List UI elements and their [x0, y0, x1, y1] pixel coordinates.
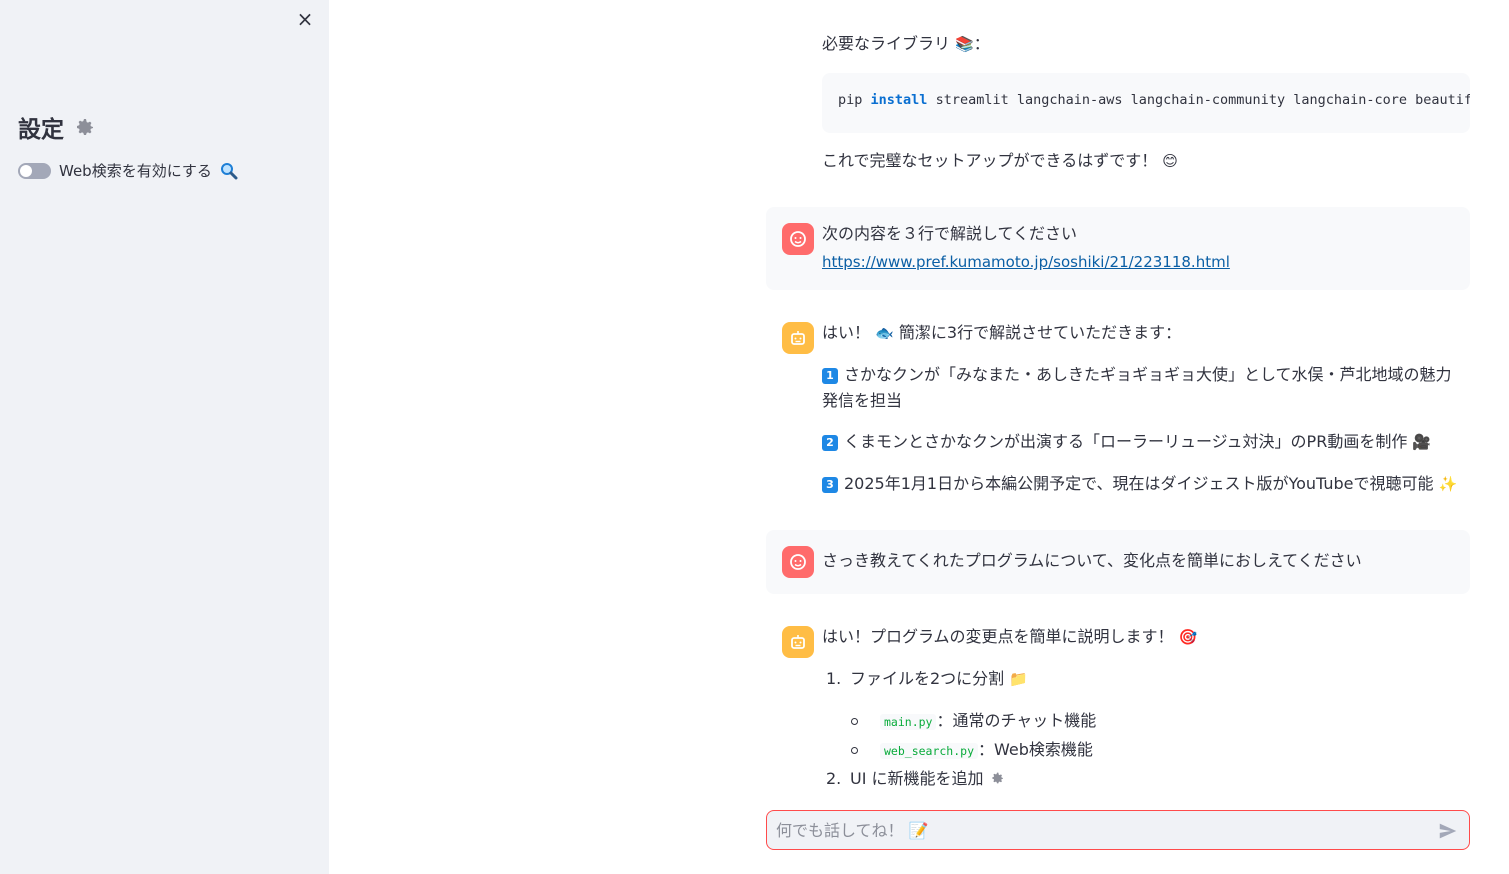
bot2-sub1: main.py ：通常のチャット機能 — [880, 709, 1096, 734]
closing-text: これで完璧なセットアップができるはずです！ — [822, 151, 1158, 170]
sub-bullet — [851, 718, 858, 725]
web-search-toggle-label: Web検索を有効にする — [59, 162, 212, 180]
closing-line: これで完璧なセットアップができるはずです！ 😊 — [822, 149, 1178, 173]
chat-input[interactable] — [776, 820, 1416, 840]
user-avatar — [782, 223, 814, 255]
sidebar: × 設定 Web検索を有効にする — [0, 0, 329, 874]
bot1-item3: 3 2025年1月1日から本編公開予定で、現在はダイジェスト版がYouTubeで視… — [822, 472, 1457, 496]
keycap-one-icon: 1 — [822, 368, 838, 384]
code-args: streamlit langchain-aws langchain-commun… — [935, 92, 1470, 108]
fish-icon: 🐟 — [875, 324, 894, 342]
bot1-intro-rest: 簡潔に3行で解説させていただきます： — [898, 323, 1182, 342]
web-search-toggle-row: Web検索を有効にする — [18, 160, 238, 181]
user-face-icon — [790, 554, 806, 570]
magnifier-icon — [220, 162, 238, 179]
main-area: 必要なライブラリ 📚： pip install streamlit langch… — [329, 0, 1509, 874]
web-search-py-code: web_search.py — [880, 743, 979, 759]
target-icon: 🎯 — [1178, 628, 1198, 646]
bot2-intro: はい！プログラムの変更点を簡単に説明します！ 🎯 — [822, 625, 1197, 649]
bot2-sub1-text: ：通常のチャット機能 — [936, 711, 1097, 730]
bot1-intro: はい！ 🐟 簡潔に3行で解説させていただきます： — [822, 321, 1181, 345]
kumamoto-link[interactable]: https://www.pref.kumamoto.jp/soshiki/21/… — [822, 253, 1230, 271]
bot1-item1-cont: 発信を担当 — [822, 391, 903, 410]
code-block[interactable]: pip install streamlit langchain-aws lang… — [822, 73, 1470, 133]
robot-icon — [791, 635, 805, 649]
gear-icon — [991, 772, 1003, 784]
close-sidebar-button[interactable]: × — [294, 8, 316, 30]
sidebar-title-text: 設定 — [18, 117, 64, 143]
gear-icon — [77, 119, 93, 135]
user-avatar — [782, 546, 814, 578]
keycap-three-icon: 3 — [822, 477, 838, 493]
bot2-step1-text: ファイルを2つに分割 — [850, 669, 1005, 688]
books-icon: 📚 — [955, 35, 974, 53]
libs-colon: ： — [973, 34, 990, 53]
chat-input-container — [766, 810, 1470, 850]
bot2-sub2-text: ：Web検索機能 — [978, 740, 1093, 759]
sidebar-title: 設定 — [18, 110, 96, 144]
robot-icon — [791, 331, 805, 345]
bot-avatar — [782, 322, 814, 354]
bot2-step2-num: 2. — [826, 769, 842, 788]
bot2-step2: UI に新機能を追加 — [850, 767, 1005, 791]
bot1-item3-text: 2025年1月1日から本編公開予定で、現在はダイジェスト版がYouTubeで視聴… — [844, 474, 1434, 493]
user-message — [766, 207, 1470, 290]
sparkles-icon: ✨ — [1438, 475, 1458, 493]
code-cmd: pip — [838, 92, 863, 108]
user-message-text: 次の内容を３行で解説してください — [822, 224, 1078, 243]
folder-icon: 📁 — [1009, 670, 1028, 688]
web-search-toggle[interactable] — [18, 162, 51, 179]
main-py-code: main.py — [880, 714, 937, 730]
bot-avatar — [782, 626, 814, 658]
bot1-intro-text: はい！ — [822, 323, 871, 342]
bot2-step2-text: UI に新機能を追加 — [850, 769, 984, 788]
user-message-text: さっき教えてくれたプログラムについて、変化点を簡単におしえてください — [822, 551, 1362, 570]
libs-label: 必要なライブラリ — [822, 34, 951, 53]
bot1-item1-text: さかなクンが「みなまた・あしきたギョギョギョ大使」として水俣・芦北地域の魅力 — [844, 365, 1452, 384]
bot1-item2-text: くまモンとさかなクンが出演する「ローラーリュージュ対決」のPR動画を制作 — [844, 432, 1408, 451]
bot2-intro-text: はい！プログラムの変更点を簡単に説明します！ — [822, 627, 1174, 646]
video-camera-icon: 🎥 — [1412, 433, 1432, 451]
libs-line: 必要なライブラリ 📚： — [822, 32, 990, 56]
bot2-step1-num: 1. — [826, 669, 842, 688]
send-icon[interactable] — [1437, 820, 1459, 842]
bot1-item2: 2 くまモンとさかなクンが出演する「ローラーリュージュ対決」のPR動画を制作 🎥 — [822, 430, 1431, 454]
bot1-item1: 1 さかなクンが「みなまた・あしきたギョギョギョ大使」として水俣・芦北地域の魅力 — [822, 363, 1452, 387]
bot2-sub2: web_search.py ：Web検索機能 — [880, 738, 1093, 763]
bot2-step1: ファイルを2つに分割 📁 — [850, 667, 1028, 691]
keycap-two-icon: 2 — [822, 435, 838, 451]
smile-icon: 😊 — [1162, 152, 1178, 170]
code-keyword: install — [870, 92, 928, 108]
user-face-icon — [790, 231, 806, 247]
user-message-link-wrap: https://www.pref.kumamoto.jp/soshiki/21/… — [822, 250, 1230, 274]
sub-bullet — [851, 747, 858, 754]
